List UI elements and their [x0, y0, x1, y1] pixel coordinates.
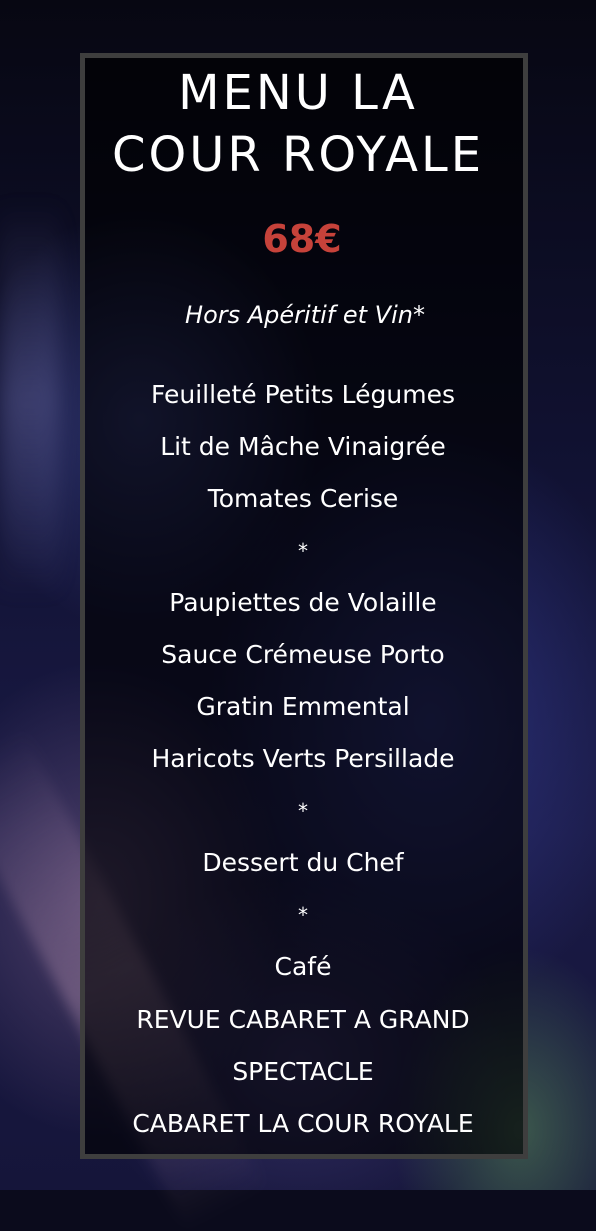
course-separator: *	[298, 799, 308, 823]
menu-item: Dessert du Chef	[202, 848, 404, 877]
menu-item: Feuilleté Petits Légumes	[150, 380, 456, 409]
show-line: CABARET LA COUR ROYALE	[132, 1109, 474, 1138]
menu-note: Hors Apéritif et Vin*	[185, 301, 425, 329]
course-separator: *	[298, 539, 308, 563]
menu-item: Café	[274, 952, 332, 981]
show-line: REVUE CABARET A GRAND	[136, 1005, 470, 1034]
menu-item: Tomates Cerise	[207, 484, 399, 513]
menu-item: Lit de Mâche Vinaigrée	[160, 432, 446, 461]
menu-title-line1: MENU LA	[178, 65, 418, 121]
menu-title: MENU LA COUR ROYALE	[0, 62, 596, 186]
show-info: REVUE CABARET A GRAND SPECTACLE CABARET …	[80, 994, 526, 1150]
menu-title-line2: COUR ROYALE	[111, 127, 485, 183]
menu-item: Haricots Verts Persillade	[151, 744, 455, 773]
menu-item: Paupiettes de Volaille	[169, 588, 437, 617]
menu-items-list: Feuilleté Petits Légumes Lit de Mâche Vi…	[0, 369, 596, 993]
show-line: SPECTACLE	[232, 1057, 374, 1086]
menu-item: Gratin Emmental	[196, 692, 410, 721]
menu-price: 68€	[262, 217, 342, 261]
course-separator: *	[298, 903, 308, 927]
menu-item: Sauce Crémeuse Porto	[161, 640, 445, 669]
